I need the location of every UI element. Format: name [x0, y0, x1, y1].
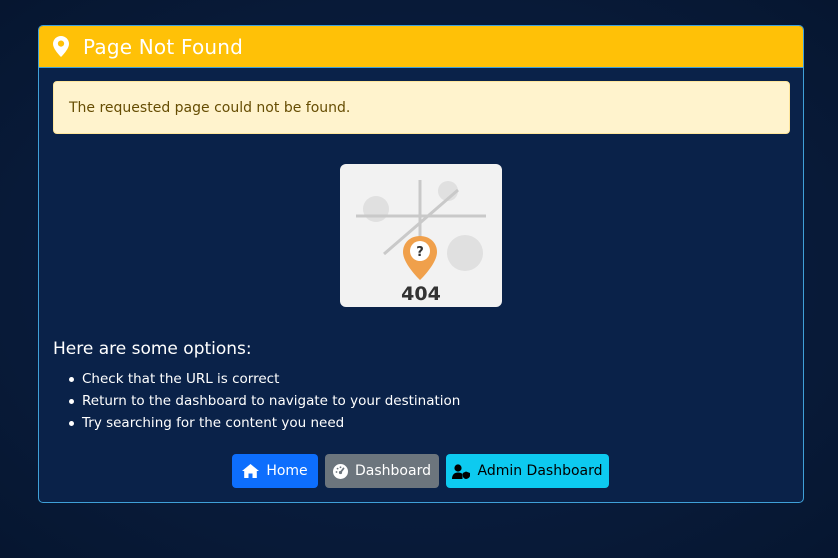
not-found-card: Page Not Found The requested page could … — [38, 25, 804, 503]
options-list: Check that the URL is correct Return to … — [69, 368, 460, 434]
user-shield-icon — [452, 463, 471, 479]
admin-dashboard-button-label: Admin Dashboard — [477, 463, 603, 479]
marker-question-mark: ? — [416, 245, 424, 260]
list-item: Try searching for the content you need — [69, 412, 460, 434]
list-item: Return to the dashboard to navigate to y… — [69, 390, 460, 412]
home-button[interactable]: Home — [232, 454, 318, 488]
home-button-label: Home — [266, 463, 308, 479]
card-header: Page Not Found — [39, 26, 803, 68]
not-found-illustration: ? 404 — [340, 164, 502, 307]
options-heading: Here are some options: — [53, 339, 252, 359]
dashboard-button-label: Dashboard — [355, 463, 431, 479]
gauge-icon — [333, 463, 349, 479]
alert-warning: The requested page could not be found. — [53, 81, 790, 134]
error-code: 404 — [401, 283, 441, 305]
page-title: Page Not Found — [83, 34, 244, 59]
alert-message: The requested page could not be found. — [69, 99, 351, 116]
home-icon — [242, 464, 260, 478]
dashboard-button[interactable]: Dashboard — [325, 454, 439, 488]
map-marker-icon — [53, 36, 71, 58]
admin-dashboard-button[interactable]: Admin Dashboard — [446, 454, 609, 488]
list-item: Check that the URL is correct — [69, 368, 460, 390]
